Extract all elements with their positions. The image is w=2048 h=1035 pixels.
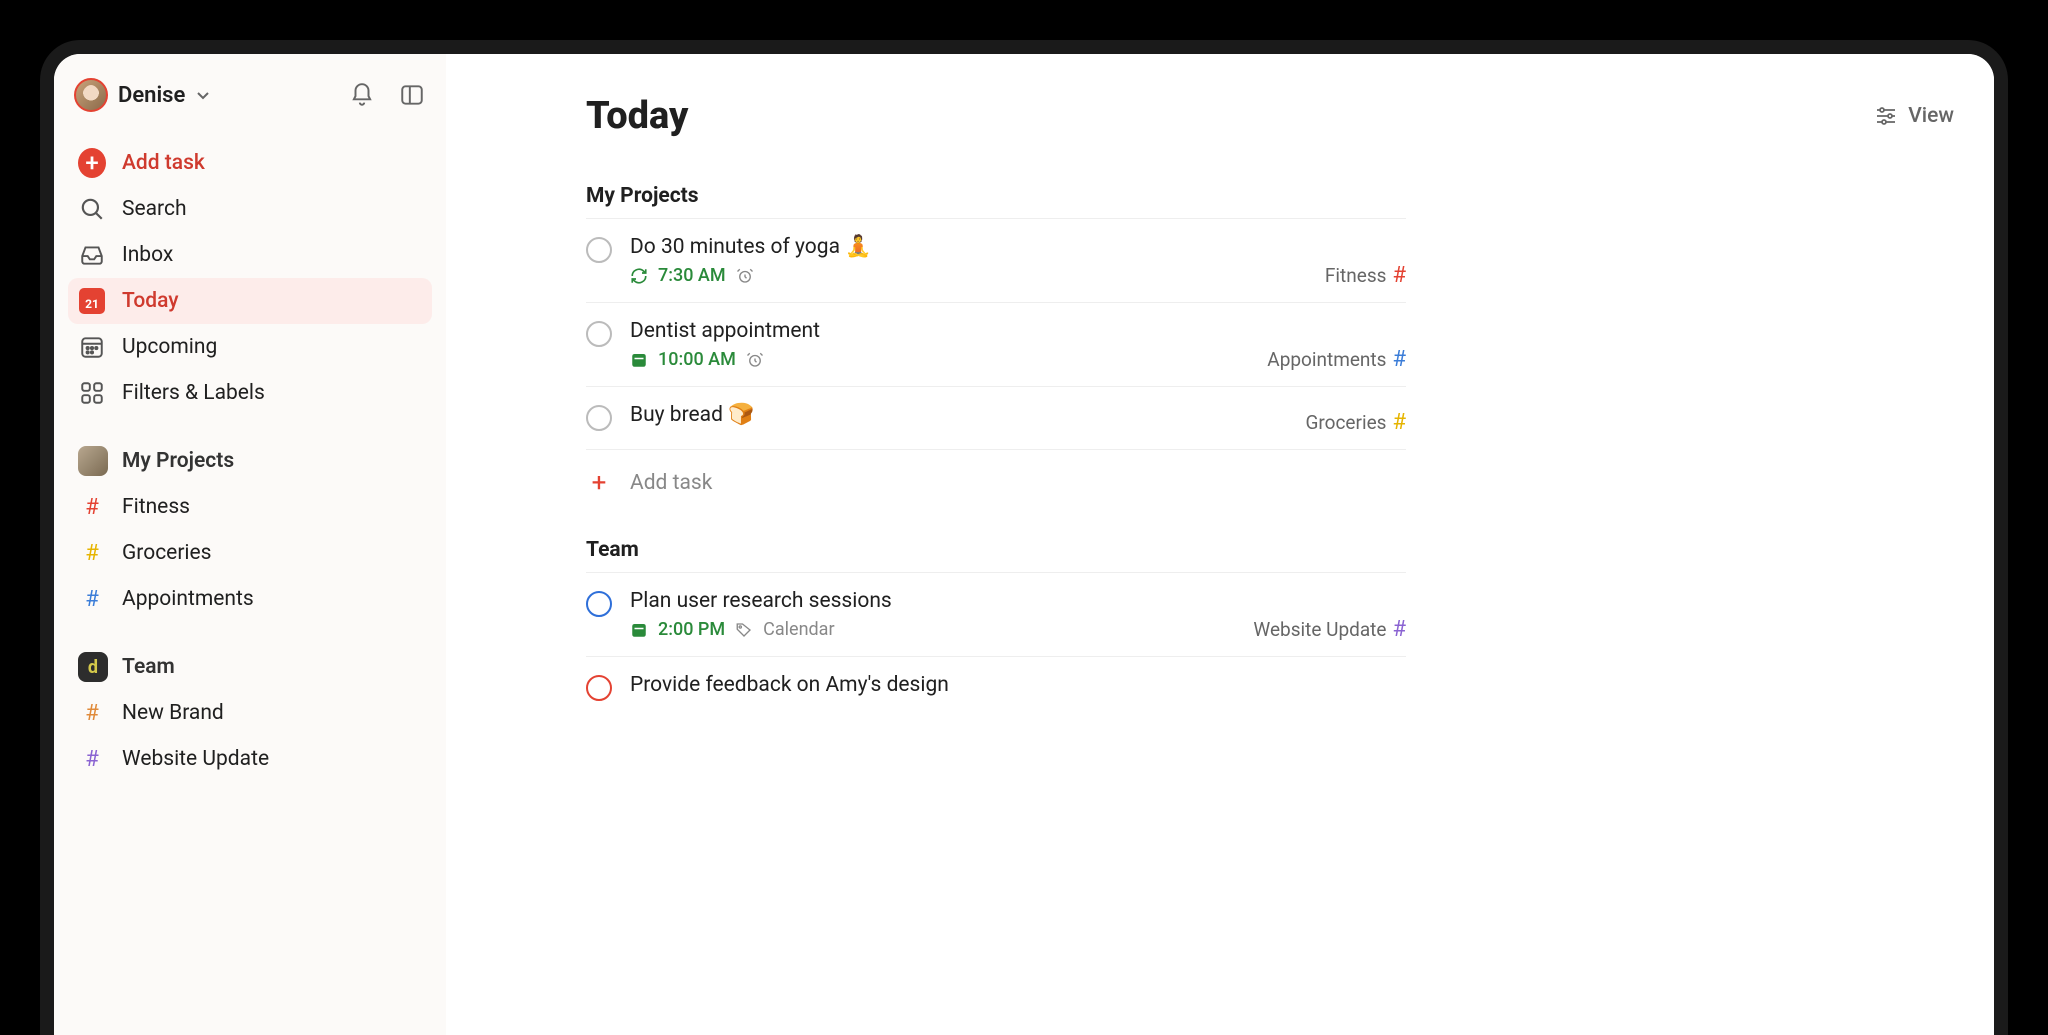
task-checkbox[interactable]	[586, 237, 612, 263]
search-icon	[79, 196, 105, 222]
sidebar-project-appointments[interactable]: # Appointments	[68, 576, 432, 622]
add-task-label: Add task	[630, 471, 712, 495]
grid-icon	[79, 380, 105, 406]
project-label: Fitness	[122, 495, 190, 519]
hash-icon: #	[1392, 347, 1406, 372]
view-label: View	[1908, 104, 1954, 128]
notifications-button[interactable]	[348, 81, 376, 109]
group-heading: My Projects	[586, 184, 1406, 208]
section-label: Team	[122, 655, 175, 679]
nav-label: Search	[122, 197, 187, 221]
nav-label: Add task	[122, 151, 205, 175]
team-avatar: d	[78, 652, 108, 682]
app-window: Denise + Add task Search	[40, 40, 2008, 1035]
task-time: 10:00 AM	[658, 349, 736, 370]
alarm-icon	[746, 351, 764, 369]
task-row[interactable]: Provide feedback on Amy's design	[586, 656, 1406, 719]
task-row[interactable]: Dentist appointment 10:00 AM Appointment…	[586, 302, 1406, 386]
task-title: Dentist appointment	[630, 319, 1406, 343]
calendar-grid-icon	[79, 334, 105, 360]
user-avatar	[74, 78, 108, 112]
add-task-button[interactable]: + Add task	[68, 140, 432, 186]
group-heading: Team	[586, 538, 1406, 562]
project-label: Appointments	[122, 587, 254, 611]
sidebar-project-new-brand[interactable]: # New Brand	[68, 690, 432, 736]
project-label: Groceries	[122, 541, 212, 565]
calendar-today-icon: 21	[79, 288, 105, 314]
task-row[interactable]: Plan user research sessions 2:00 PM Cale…	[586, 572, 1406, 656]
tag-icon	[735, 621, 753, 639]
toggle-sidebar-button[interactable]	[398, 81, 426, 109]
nav-label: Today	[122, 289, 179, 313]
sidebar-project-fitness[interactable]: # Fitness	[68, 484, 432, 530]
nav-label: Upcoming	[122, 335, 217, 359]
hash-icon: #	[1392, 617, 1406, 642]
chevron-down-icon	[195, 87, 211, 103]
task-project-link[interactable]: Groceries #	[1305, 410, 1406, 435]
task-title: Buy bread 🍞	[630, 403, 1406, 427]
task-project-link[interactable]: Fitness #	[1325, 263, 1406, 288]
sidebar-project-website-update[interactable]: # Website Update	[68, 736, 432, 782]
task-row[interactable]: Buy bread 🍞 Groceries #	[586, 386, 1406, 449]
sidebar-item-today[interactable]: 21 Today	[68, 278, 432, 324]
user-name: Denise	[118, 83, 185, 108]
bell-icon	[349, 82, 375, 108]
plus-icon: +	[586, 468, 612, 498]
section-label: My Projects	[122, 449, 234, 473]
sidebar-section-team[interactable]: d Team	[68, 622, 432, 690]
project-label: Website Update	[122, 747, 269, 771]
task-project-link[interactable]: Appointments #	[1267, 347, 1406, 372]
sliders-icon	[1874, 104, 1898, 128]
task-checkbox[interactable]	[586, 675, 612, 701]
task-label: Calendar	[763, 619, 834, 640]
hash-icon: #	[85, 495, 99, 520]
page-title: Today	[586, 94, 1406, 138]
sidebar-item-inbox[interactable]: Inbox	[68, 232, 432, 278]
sidebar-item-upcoming[interactable]: Upcoming	[68, 324, 432, 370]
plus-circle-icon: +	[78, 148, 106, 178]
hash-icon: #	[85, 587, 99, 612]
sidebar-section-my-projects[interactable]: My Projects	[68, 416, 432, 484]
main-content: View Today My Projects Do 30 minutes of …	[446, 54, 1994, 1035]
sidebar-header: Denise	[68, 74, 432, 140]
event-icon	[630, 621, 648, 639]
sidebar-item-filters[interactable]: Filters & Labels	[68, 370, 432, 416]
sidebar-project-groceries[interactable]: # Groceries	[68, 530, 432, 576]
hash-icon: #	[1392, 263, 1406, 288]
task-title: Plan user research sessions	[630, 589, 1406, 613]
task-row[interactable]: Do 30 minutes of yoga 🧘 7:30 AM Fitness …	[586, 218, 1406, 302]
add-task-inline[interactable]: + Add task	[586, 449, 1406, 538]
panel-icon	[399, 82, 425, 108]
task-time: 7:30 AM	[658, 265, 726, 286]
task-project-link[interactable]: Website Update #	[1253, 617, 1406, 642]
task-title: Provide feedback on Amy's design	[630, 673, 1406, 697]
task-checkbox[interactable]	[586, 591, 612, 617]
inbox-icon	[79, 242, 105, 268]
task-checkbox[interactable]	[586, 405, 612, 431]
hash-icon: #	[85, 747, 99, 772]
alarm-icon	[736, 267, 754, 285]
sidebar-item-search[interactable]: Search	[68, 186, 432, 232]
task-checkbox[interactable]	[586, 321, 612, 347]
workspace-avatar	[78, 446, 108, 476]
nav-label: Filters & Labels	[122, 381, 265, 405]
recurring-icon	[630, 267, 648, 285]
task-title: Do 30 minutes of yoga 🧘	[630, 235, 1406, 259]
hash-icon: #	[85, 541, 99, 566]
project-label: New Brand	[122, 701, 224, 725]
sidebar: Denise + Add task Search	[54, 54, 446, 1035]
hash-icon: #	[1392, 410, 1406, 435]
task-time: 2:00 PM	[658, 619, 725, 640]
user-menu[interactable]: Denise	[74, 78, 211, 112]
hash-icon: #	[85, 701, 99, 726]
view-button[interactable]: View	[1874, 104, 1954, 128]
event-icon	[630, 351, 648, 369]
nav-label: Inbox	[122, 243, 173, 267]
